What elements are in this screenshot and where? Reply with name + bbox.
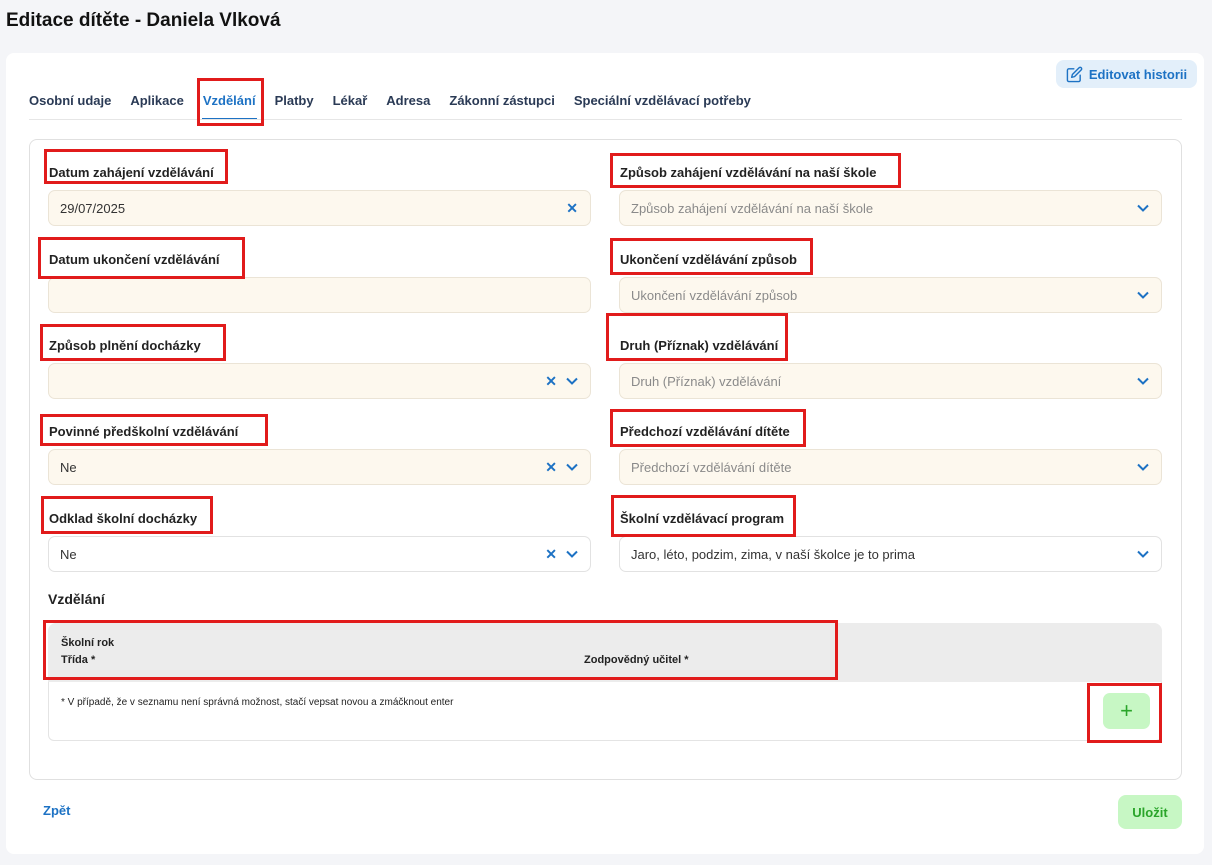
- chevron-down-icon[interactable]: [1137, 463, 1149, 471]
- edit-history-button[interactable]: Editovat historii: [1056, 60, 1197, 88]
- start-method-label: Způsob zahájení vzdělávání na naší škole: [620, 165, 877, 180]
- previous-education-label: Předchozí vzdělávání dítěte: [620, 424, 790, 439]
- chevron-down-icon[interactable]: [1137, 291, 1149, 299]
- chevron-down-icon[interactable]: [1137, 550, 1149, 558]
- attendance-mode-label: Způsob plnění docházky: [49, 338, 201, 353]
- end-method-label: Ukončení vzdělávání způsob: [620, 252, 797, 267]
- mandatory-preschool-select[interactable]: Ne ✕: [48, 449, 591, 485]
- tabs-divider: [29, 119, 1182, 120]
- start-method-placeholder: Způsob zahájení vzdělávání na naší škole: [631, 200, 874, 216]
- education-type-label: Druh (Příznak) vzdělávání: [620, 338, 779, 353]
- mandatory-preschool-label: Povinné předškolní vzdělávání: [49, 424, 239, 439]
- education-type-placeholder: Druh (Příznak) vzdělávání: [631, 373, 782, 389]
- school-program-label: Školní vzdělávací program: [620, 511, 785, 526]
- add-education-button[interactable]: +: [1103, 693, 1150, 729]
- education-section-title: Vzdělání: [48, 591, 105, 607]
- chevron-down-icon[interactable]: [1137, 377, 1149, 385]
- start-date-field[interactable]: 29/07/2025 ✕: [48, 190, 591, 226]
- clear-icon[interactable]: ✕: [545, 546, 557, 563]
- tab-special-needs[interactable]: Speciální vzdělávací potřeby: [574, 93, 751, 111]
- tab-payments[interactable]: Platby: [275, 93, 314, 111]
- tab-personal[interactable]: Osobní udaje: [29, 93, 111, 111]
- plus-icon: +: [1120, 698, 1133, 723]
- education-type-select[interactable]: Druh (Příznak) vzdělávání: [619, 363, 1162, 399]
- edit-icon: [1066, 66, 1083, 82]
- end-method-select[interactable]: Ukončení vzdělávání způsob: [619, 277, 1162, 313]
- tab-doctor[interactable]: Lékař: [333, 93, 368, 111]
- col-teacher: Zodpovědný učitel *: [584, 654, 689, 666]
- chevron-down-icon[interactable]: [566, 463, 578, 471]
- save-button[interactable]: Uložit: [1118, 795, 1182, 829]
- education-table-header: Školní rok Třída * Zodpovědný učitel *: [48, 623, 1162, 682]
- tab-bar: Osobní udaje Aplikace Vzdělání Platby Lé…: [29, 93, 770, 120]
- chevron-down-icon[interactable]: [566, 377, 578, 385]
- col-school-year: Školní rok: [61, 637, 115, 649]
- page-title: Editace dítěte - Daniela Vlková: [6, 10, 281, 31]
- clear-icon[interactable]: ✕: [566, 200, 578, 217]
- school-delay-select[interactable]: Ne ✕: [48, 536, 591, 572]
- table-note: * V případě, že v seznamu není správná m…: [61, 697, 454, 708]
- chevron-down-icon[interactable]: [1137, 204, 1149, 212]
- start-date-label: Datum zahájení vzdělávání: [49, 165, 214, 180]
- tab-education[interactable]: Vzdělání: [201, 93, 257, 120]
- edit-history-label: Editovat historii: [1088, 66, 1188, 82]
- mandatory-preschool-value: Ne: [60, 459, 77, 475]
- previous-education-select[interactable]: Předchozí vzdělávání dítěte: [619, 449, 1162, 485]
- attendance-mode-select[interactable]: ✕: [48, 363, 591, 399]
- tab-applications[interactable]: Aplikace: [130, 93, 183, 111]
- clear-icon[interactable]: ✕: [545, 373, 557, 390]
- chevron-down-icon[interactable]: [566, 550, 578, 558]
- col-class: Třída *: [61, 654, 96, 666]
- school-program-value: Jaro, léto, podzim, zima, v naší školce …: [631, 546, 915, 562]
- previous-education-placeholder: Předchozí vzdělávání dítěte: [631, 459, 792, 475]
- end-method-placeholder: Ukončení vzdělávání způsob: [631, 287, 798, 303]
- school-delay-label: Odklad školní docházky: [49, 511, 198, 526]
- back-link[interactable]: Zpět: [43, 803, 70, 818]
- tab-guardians[interactable]: Zákonní zástupci: [449, 93, 554, 111]
- school-delay-value: Ne: [60, 546, 77, 562]
- school-program-select[interactable]: Jaro, léto, podzim, zima, v naší školce …: [619, 536, 1162, 572]
- clear-icon[interactable]: ✕: [545, 459, 557, 476]
- end-date-label: Datum ukončení vzdělávání: [49, 252, 220, 267]
- start-date-value: 29/07/2025: [60, 200, 126, 216]
- start-method-select[interactable]: Způsob zahájení vzdělávání na naší škole: [619, 190, 1162, 226]
- education-table-body: [48, 682, 1162, 741]
- end-date-field[interactable]: [48, 277, 591, 313]
- tab-address[interactable]: Adresa: [386, 93, 430, 111]
